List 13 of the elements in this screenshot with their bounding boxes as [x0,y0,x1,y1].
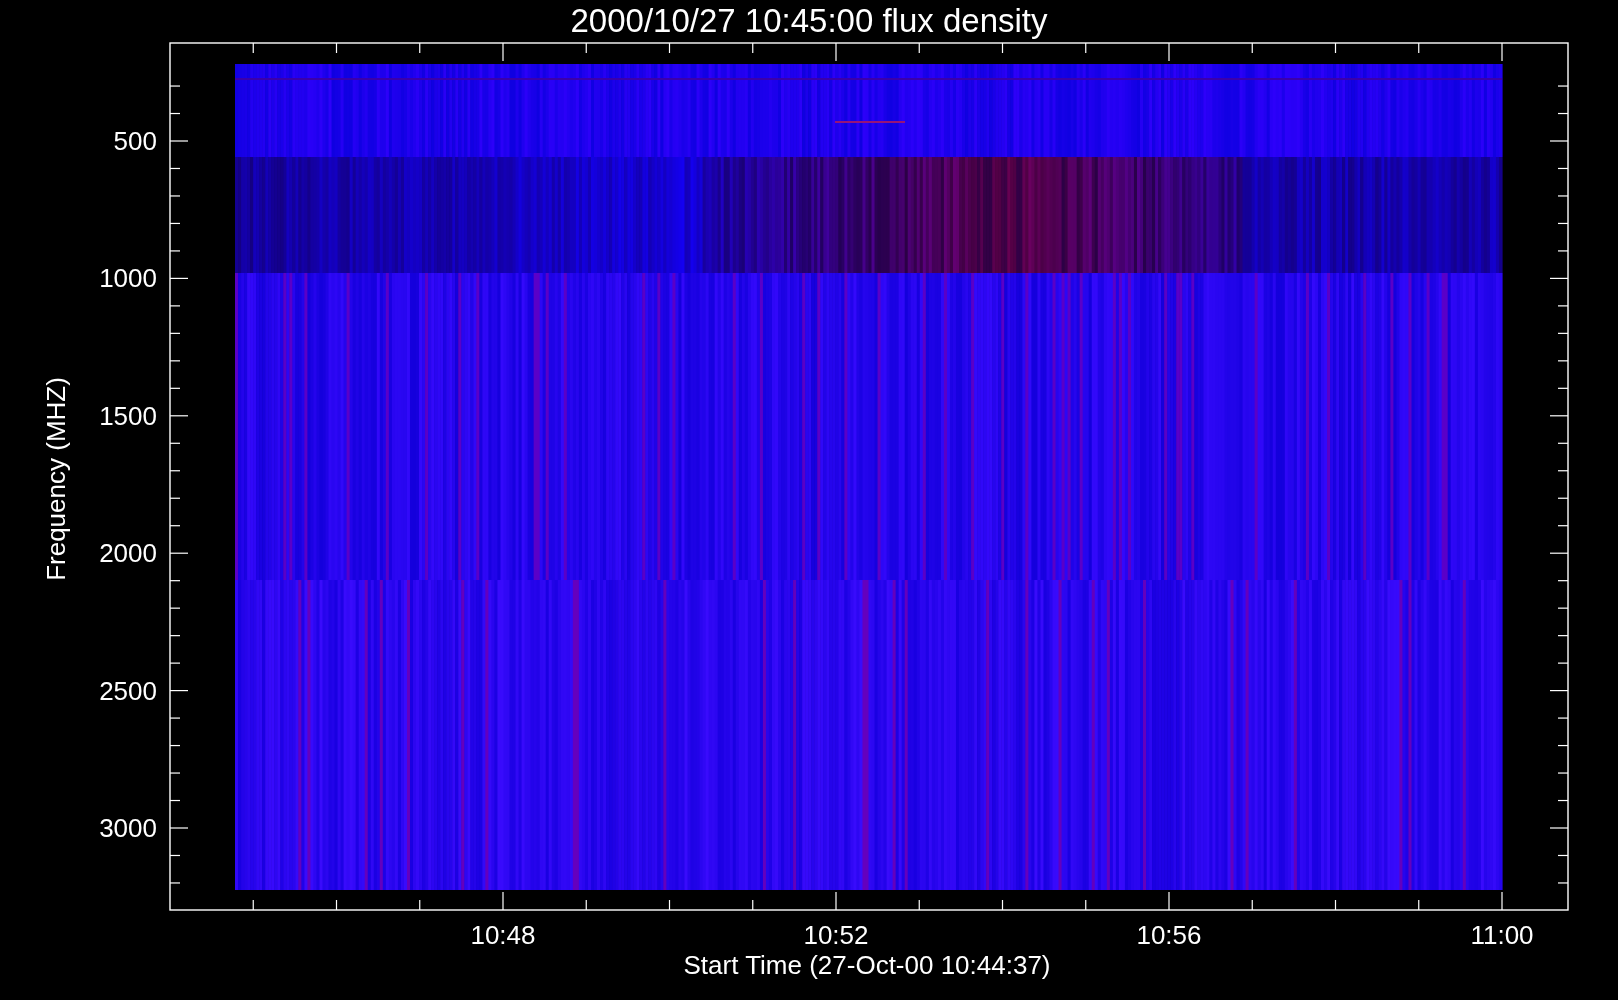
y-tick-label: 2500 [99,675,157,706]
x-tick-label: 11:00 [1470,920,1534,950]
y-tick-label: 3000 [99,813,157,843]
y-tick-label: 2000 [99,538,157,569]
y-axis-label: Frequency (MHZ) [41,377,71,581]
x-tick-label: 10:48 [470,920,536,950]
x-tick-label: 10:56 [1136,920,1202,950]
plot-title: 2000/10/27 10:45:00 flux density [570,2,1048,39]
y-tick-label: 1000 [99,263,157,294]
x-axis-label: Start Time (27-Oct-00 10:44:37) [683,950,1051,980]
y-tick-label: 1500 [99,400,157,431]
x-tick-label: 10:52 [803,920,869,950]
y-tick-label: 500 [113,126,157,156]
